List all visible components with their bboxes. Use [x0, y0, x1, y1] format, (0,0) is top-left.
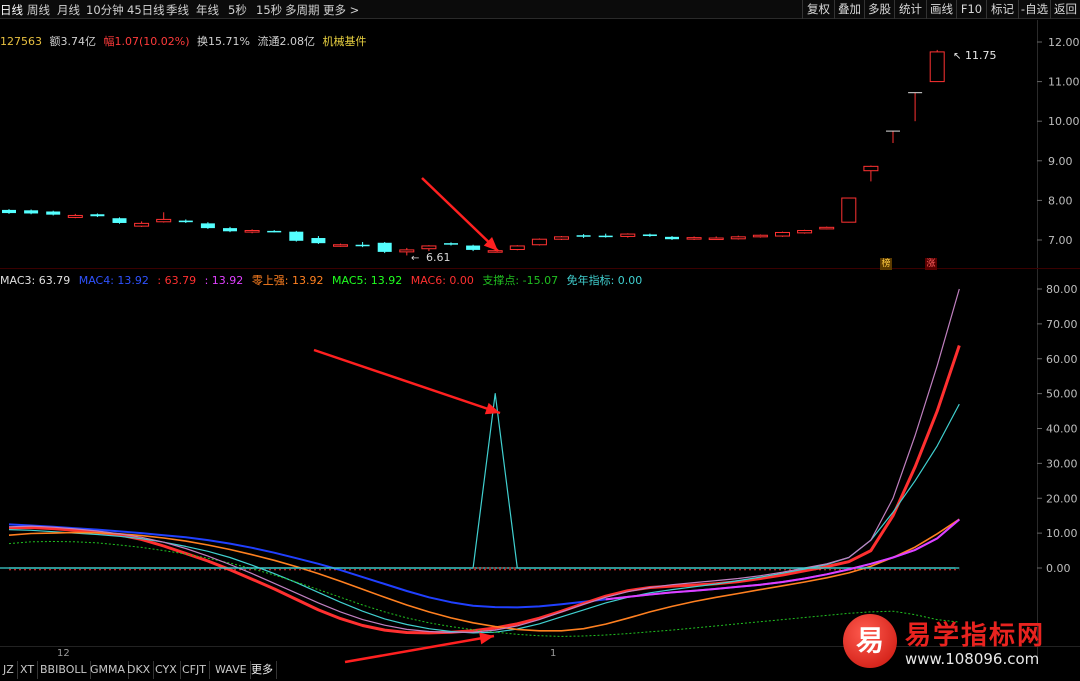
- price-tick-label: 12.00: [1048, 36, 1080, 49]
- candle-body-up: [863, 165, 879, 172]
- candle-body-down: [178, 220, 193, 223]
- low-price-label: 6.61: [426, 251, 451, 264]
- site-watermark: 易 易学指标网 www.108096.com: [843, 612, 1080, 681]
- candle-body-up: [156, 218, 172, 223]
- candle-body-up: [730, 236, 746, 240]
- indicator-tick-label: 80.00: [1046, 283, 1078, 296]
- indicator-tick-label: 0.00: [1046, 562, 1071, 575]
- candle-body-up: [797, 229, 813, 234]
- tab-more[interactable]: 更多: [248, 661, 277, 679]
- candle-body-down: [24, 210, 39, 214]
- high-pointer-icon: ↖: [953, 51, 961, 62]
- watermark-url: www.108096.com: [905, 650, 1040, 668]
- candle-body-up: [531, 238, 547, 246]
- candle-body-up: [819, 226, 835, 230]
- price-axis-ticks: 12.00 11.00 10.00 9.00 8.00 7.00: [1037, 36, 1080, 247]
- candle-body-down: [311, 238, 326, 244]
- candle-body-down: [642, 234, 657, 237]
- price-tick-label: 7.00: [1048, 234, 1073, 247]
- watermark-logo: 易: [843, 614, 897, 668]
- candle-body-up: [487, 250, 503, 253]
- candle-body-up: [554, 236, 569, 240]
- candle-body-down: [377, 242, 392, 252]
- price-tick-label: 8.00: [1048, 194, 1073, 207]
- annotation-arrows: ←↖: [313, 51, 961, 664]
- candle-body-down: [576, 235, 591, 237]
- candlestick-series: [2, 49, 945, 256]
- candle-body-down: [90, 214, 105, 217]
- tab-bbiboll[interactable]: BBIBOLL: [37, 661, 91, 679]
- indicator-tick-label: 50.00: [1046, 388, 1078, 401]
- watermark-title: 易学指标网: [905, 621, 1046, 651]
- candle-body-up: [509, 245, 525, 251]
- list-badge[interactable]: 榜: [880, 258, 892, 270]
- candle-body-up: [244, 229, 260, 233]
- indicator-tick-label: 10.00: [1046, 527, 1078, 540]
- tab-dkx[interactable]: DKX: [124, 661, 155, 679]
- candle-body-down: [289, 231, 304, 241]
- arrow-to-low-candle: [421, 177, 499, 252]
- mac5-dotted-line: [8, 541, 960, 637]
- indicator-tick-label: 20.00: [1046, 492, 1078, 505]
- chart-canvas: ←↖ 12.0011.0010.009.008.007.00 80.0070.0…: [0, 36, 1080, 664]
- tab-cfjt[interactable]: CFJT: [179, 661, 210, 679]
- tab-jz[interactable]: JZ: [0, 661, 18, 679]
- candle-body-up: [67, 214, 83, 218]
- candle-body-up: [929, 51, 945, 83]
- tab-gmma[interactable]: GMMA: [87, 661, 130, 679]
- indicator-lines: [0, 288, 961, 637]
- candle-body-up: [841, 197, 857, 223]
- candle-body-up: [421, 245, 437, 250]
- arrow-to-crossover-head: [479, 632, 494, 645]
- candle-body-down: [665, 236, 679, 240]
- mac4-line: [8, 518, 960, 609]
- price-tick-label: 10.00: [1048, 115, 1080, 128]
- candle-body-up: [775, 231, 790, 237]
- red-thick-line: [8, 345, 961, 635]
- indicator-tabs: JZ XT BBIBOLL GMMA DKX CYX CFJT WAVE 更多: [0, 660, 400, 681]
- indicator-tick-label: 40.00: [1046, 423, 1078, 436]
- candle-body-down: [444, 243, 458, 245]
- arrow-to-spike-head: [484, 402, 500, 415]
- candle-body-up: [708, 237, 724, 241]
- candle-body-up: [399, 249, 415, 253]
- candle-body-down: [112, 218, 127, 223]
- low-pointer-icon: ←: [411, 253, 419, 264]
- candle-body-up: [752, 234, 768, 238]
- candle-body-down: [200, 223, 215, 229]
- cyan-line: [8, 403, 960, 634]
- limit-up-badge[interactable]: 涨: [925, 258, 937, 270]
- arrow-to-spike: [313, 348, 501, 415]
- candle-body-up: [686, 237, 702, 240]
- tab-cyx[interactable]: CYX: [152, 661, 181, 679]
- candle-body-up: [333, 244, 348, 247]
- candle-body-down: [223, 228, 237, 232]
- candle-body-down: [46, 211, 61, 215]
- candle-body-down: [466, 245, 481, 250]
- tab-wave[interactable]: WAVE: [212, 661, 251, 679]
- indicator-tick-label: 30.00: [1046, 457, 1078, 470]
- indicator-tick-label: 70.00: [1046, 318, 1078, 331]
- indicator-axis-ticks: 80.00 70.00 60.00 50.00 40.00 30.00 20.00 10.00…: [1037, 283, 1078, 575]
- date-label-12: 12: [57, 648, 70, 659]
- price-tick-label: 9.00: [1048, 155, 1073, 168]
- pink-line: [8, 288, 960, 634]
- orange-line: [8, 518, 960, 632]
- tab-xt[interactable]: XT: [17, 661, 39, 679]
- candle-body-down: [355, 244, 370, 247]
- candle-body-down: [267, 230, 282, 233]
- candle-body-down: [2, 209, 16, 214]
- candle-body-up: [620, 233, 636, 237]
- candle-body-up: [134, 222, 150, 227]
- price-tick-label: 11.00: [1048, 76, 1080, 89]
- candle-body-down: [598, 235, 613, 238]
- arrow-to-crossover: [344, 634, 495, 664]
- high-price-label: 11.75: [965, 49, 997, 62]
- date-label-1: 1: [550, 648, 557, 659]
- indicator-tick-label: 60.00: [1046, 353, 1078, 366]
